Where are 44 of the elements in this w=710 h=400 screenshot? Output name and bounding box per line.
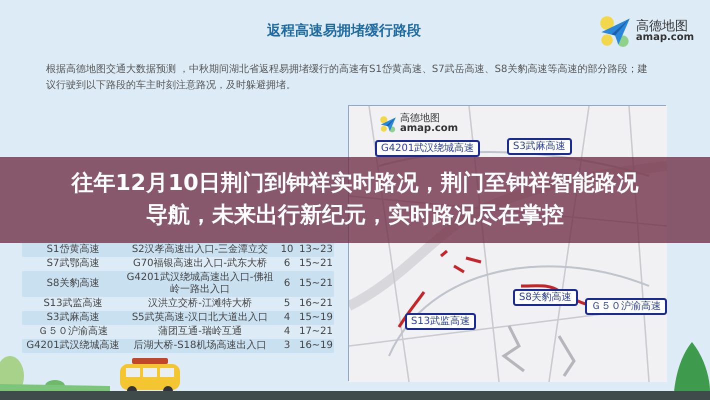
- logo-domain: amap.com: [636, 32, 694, 42]
- table-cell-text: 5: [282, 297, 292, 311]
- table-cell-text: 10: [280, 243, 294, 257]
- tree-drawing: [674, 342, 710, 392]
- table-cell-text: 4: [282, 311, 292, 325]
- table-cell: 15~19: [298, 311, 334, 325]
- table-cell: 16~21: [298, 297, 334, 311]
- page-title: 返程高速易拥堵缓行路段: [266, 22, 421, 40]
- logo-domain: amap.com: [400, 124, 458, 134]
- table-cell-text: 后湖大桥-S18机场高速出入口: [132, 339, 268, 353]
- table-cell-text: 3: [282, 339, 292, 353]
- headline-text: 往年12月10日荆门到钟祥实时路况，荆门至钟祥智能路况: [71, 170, 639, 198]
- table-cell: 16~19: [298, 339, 334, 353]
- intro-paragraph: 根据高德地图交通大数据预测 ，中秋期间湖北省返程易拥堵缓行的高速有S1岱黄高速、S7武岳高速、S8关豹高速等高速的部分路段；建议行驶到以下路段的车主时刻注意路况，及时躲避拥堵。: [46, 62, 648, 92]
- table-cell: 13~23: [298, 243, 334, 257]
- table-cell-text: G4201武汉绕城高速: [25, 339, 121, 353]
- route-label: S3武麻高速: [507, 138, 572, 155]
- table-cell-text: S2汉孝高速出入口-三金潭立交: [130, 243, 270, 257]
- table-cell-text: S5武英高速-汉口北大道出入口: [130, 311, 270, 325]
- table-cell-text: S8关豹高速: [46, 277, 100, 291]
- table-cell-text: S7武鄂高速: [46, 257, 100, 271]
- table-cell-text: 蒲团互通-瑞岭互通: [157, 325, 243, 339]
- table-cell-text: 汉洪立交桥-江滩特大桥: [147, 297, 253, 311]
- table-cell: 15~21: [298, 257, 334, 271]
- table-cell: 15~21: [298, 277, 334, 291]
- table-cell-text: S3武麻高速: [46, 311, 100, 325]
- table-cell-text: Ｇ５０沪渝高速: [37, 325, 109, 339]
- table-cell-text: G70福银高速出入口-武东大桥: [132, 257, 268, 271]
- table-cell-text: 6: [282, 277, 292, 291]
- paper-plane-icon: [598, 14, 632, 48]
- table-cell-text: G4201武汉绕城高速出入口-佛祖岭一路出入口: [126, 271, 274, 297]
- headline-text: 导航，未来出行新纪元，实时路况尽在掌控: [146, 202, 564, 230]
- paper-plane-icon: [379, 115, 397, 133]
- route-label: Ｇ５０沪渝高速: [585, 298, 667, 315]
- route-label: S13武监高速: [405, 313, 476, 330]
- route-label: G4201武汉绕城高速: [375, 140, 480, 157]
- table-cell-text: 4: [282, 325, 292, 339]
- route-label: S8关豹高速: [513, 289, 578, 306]
- table-cell-text: S13武监高速: [42, 297, 104, 311]
- logo-name: 高德地图: [636, 20, 689, 32]
- table-cell-text: 6: [282, 257, 292, 271]
- table-cell-text: S1岱黄高速: [46, 243, 100, 257]
- table-cell: 17~21: [298, 325, 334, 339]
- logo-name: 高德地图: [400, 114, 441, 124]
